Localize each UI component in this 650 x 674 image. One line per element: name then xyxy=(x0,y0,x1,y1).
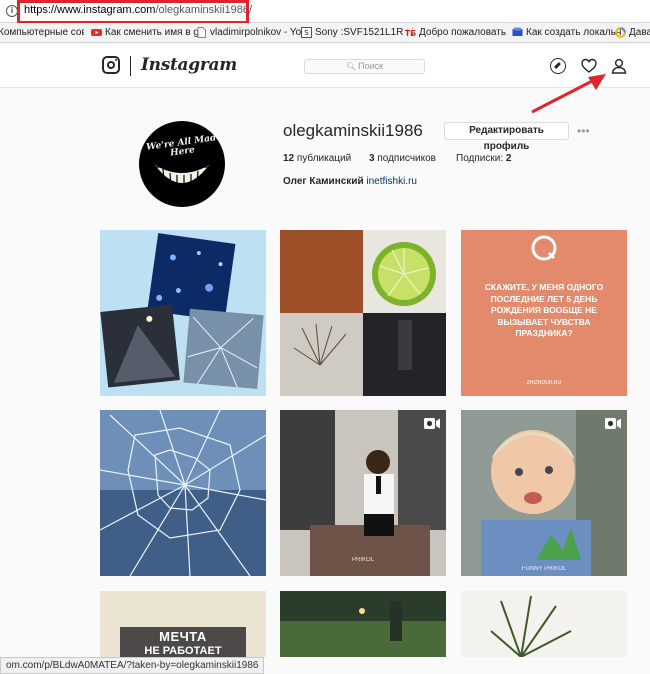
red-arrow-annotation xyxy=(531,74,606,114)
search-icon: 🔍︎ xyxy=(345,62,357,71)
bookmark-label: Sony :SVF1521L1R : X xyxy=(315,27,413,38)
google-icon xyxy=(615,27,626,38)
post-tile[interactable] xyxy=(280,591,446,657)
post-title-line2: НЕ РАБОТАЕТ xyxy=(144,645,222,657)
browser-window: { "browser": { "url_host": "https://www.… xyxy=(0,0,650,674)
post-tile[interactable]: PRIKOL xyxy=(280,410,446,576)
post-tile[interactable]: МЕЧТА НЕ РАБОТАЕТ xyxy=(100,591,266,657)
website-link[interactable]: inetfishki.ru xyxy=(366,176,417,187)
followers-stat[interactable]: 3 подписчиков xyxy=(369,153,436,164)
following-stat[interactable]: Подписки: 2 xyxy=(456,153,511,164)
svg-text:S: S xyxy=(304,29,309,37)
instagram-wordmark[interactable]: Instagram xyxy=(141,55,237,75)
following-count: 2 xyxy=(505,153,512,164)
url-highlight-box xyxy=(17,0,249,24)
post-image xyxy=(461,410,627,576)
tb-icon: ТБ xyxy=(405,29,416,38)
posts-label: публикаций xyxy=(296,153,352,164)
search-placeholder: Поиск xyxy=(358,61,384,71)
post-image xyxy=(280,591,446,657)
post-tile[interactable]: СКАЖИТЕ, У МЕНЯ ОДНОГО ПОСЛЕДНИЕ ЛЕТ 5 Д… xyxy=(461,230,627,396)
bookmark-item[interactable]: Как сменить имя в g xyxy=(91,27,199,38)
followers-label: подписчиков xyxy=(377,153,436,164)
folder-icon xyxy=(512,27,523,36)
profile-icon[interactable] xyxy=(611,58,627,74)
instagram-camera-icon[interactable] xyxy=(102,56,120,74)
full-name: Олег Каминский xyxy=(283,176,364,187)
svg-text:ТБ: ТБ xyxy=(405,29,416,38)
post-image xyxy=(100,233,264,389)
profile-bio: Олег Каминский inetfishki.ru xyxy=(283,176,417,187)
avatar[interactable]: We're All Mad Here xyxy=(139,121,225,207)
bookmark-label: Как создать локальн xyxy=(526,27,621,38)
video-icon xyxy=(605,418,621,429)
post-tile[interactable] xyxy=(461,591,627,657)
bookmark-label: Компьютерные сове xyxy=(0,27,84,38)
video-icon xyxy=(424,418,440,429)
bookmark-item[interactable]: Как создать локальн xyxy=(512,27,621,38)
post-watermark: PRIKOL xyxy=(351,557,374,563)
bookmark-item[interactable]: Компьютерные сове xyxy=(0,27,84,38)
post-image xyxy=(280,410,446,576)
page-icon xyxy=(197,27,206,38)
post-watermark: FUNNY PRIKOL xyxy=(521,566,567,572)
post-quote-text: СКАЖИТЕ, У МЕНЯ ОДНОГО ПОСЛЕДНИЕ ЛЕТ 5 Д… xyxy=(484,282,604,338)
bookmarks-bar: Компьютерные сове Как сменить имя в g vl… xyxy=(0,23,650,43)
sony-icon: S xyxy=(301,27,312,38)
posts-stat: 12 публикаций xyxy=(283,153,351,164)
followers-count: 3 xyxy=(369,153,375,164)
post-tile[interactable] xyxy=(100,410,266,576)
bookmark-label: Добро пожаловать xyxy=(419,27,507,38)
bookmark-label: Как сменить имя в g xyxy=(105,27,199,38)
following-label: Подписки: xyxy=(456,153,504,164)
post-title-line1: МЕЧТА xyxy=(159,629,207,644)
bookmark-item[interactable]: Дава xyxy=(615,27,650,38)
status-bar-url: om.com/p/BLdwA0MATEA/?taken-by=olegkamin… xyxy=(0,657,265,674)
bookmark-item[interactable]: ТБ Добро пожаловать xyxy=(405,27,509,38)
edit-profile-button[interactable]: Редактировать профиль xyxy=(444,122,569,152)
youtube-icon xyxy=(91,29,102,36)
post-image xyxy=(280,230,446,396)
more-options-icon[interactable]: ••• xyxy=(577,124,590,138)
post-tile[interactable] xyxy=(280,230,446,396)
header-divider xyxy=(130,56,131,76)
bookmark-item[interactable]: vladimirpolnikov - Yo xyxy=(196,27,306,38)
post-tile[interactable]: FUNNY PRIKOL xyxy=(461,410,627,576)
post-image xyxy=(461,591,627,657)
profile-username: olegkaminskii1986 xyxy=(283,121,423,140)
posts-count: 12 xyxy=(283,153,295,164)
post-quote-footer: ZHIZNOUR.RU xyxy=(526,380,562,386)
bookmark-label: Дава xyxy=(629,27,650,38)
bookmark-item[interactable]: S Sony :SVF1521L1R : X xyxy=(301,27,413,38)
post-tile[interactable] xyxy=(100,230,266,396)
bookmark-label: vladimirpolnikov - Yo xyxy=(210,27,302,38)
search-input[interactable]: 🔍︎ Поиск xyxy=(304,59,425,74)
post-image xyxy=(100,410,266,576)
cheshire-smile-icon xyxy=(155,165,209,190)
